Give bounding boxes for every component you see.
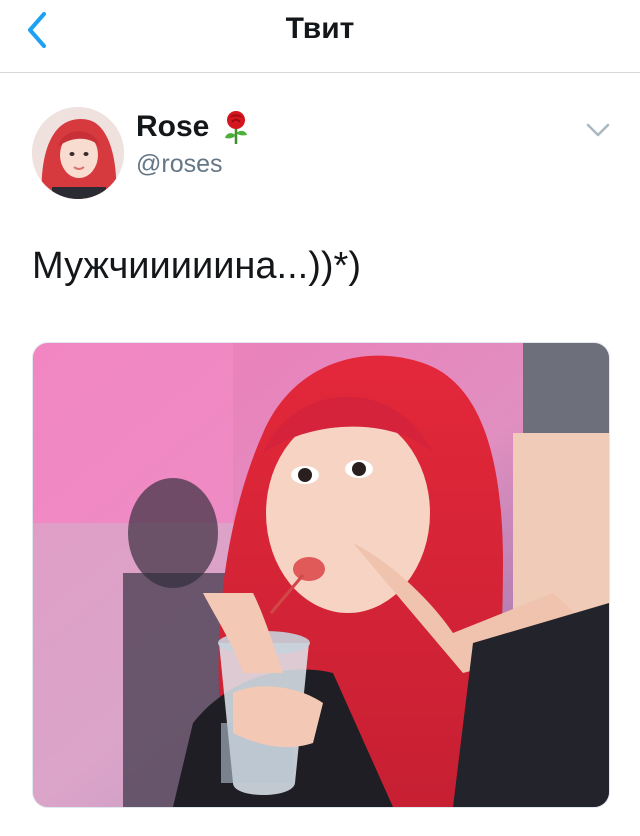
author-name-row[interactable]: Rose (136, 109, 251, 145)
tweet-menu-button[interactable] (584, 118, 612, 142)
photo-icon (33, 343, 609, 807)
avatar[interactable] (32, 107, 124, 199)
author-display-name[interactable]: Rose (136, 109, 209, 145)
rose-emoji-icon (225, 111, 248, 144)
tweet-photo[interactable] (32, 342, 610, 808)
author-username[interactable]: @roses (136, 148, 223, 180)
tweet-text: Мужчииииина...))*) (32, 245, 361, 287)
page-title: Твит (285, 12, 355, 45)
top-bar: Твит (0, 0, 640, 73)
chevron-down-icon (586, 123, 610, 137)
